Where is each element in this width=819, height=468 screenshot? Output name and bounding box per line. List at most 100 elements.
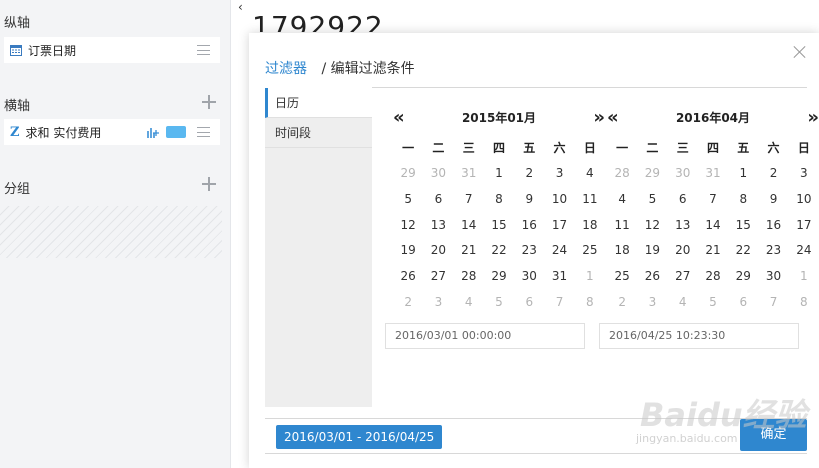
day-cell[interactable]: 7 — [698, 187, 728, 213]
group-drop-zone[interactable] — [0, 206, 222, 258]
day-cell[interactable]: 21 — [698, 238, 728, 264]
day-cell[interactable]: 27 — [668, 264, 698, 290]
color-tag[interactable] — [166, 126, 186, 138]
day-cell[interactable]: 13 — [668, 213, 698, 239]
day-cell[interactable]: 13 — [423, 213, 453, 239]
day-cell[interactable]: 20 — [668, 238, 698, 264]
day-cell[interactable]: 26 — [393, 264, 423, 290]
day-cell[interactable]: 25 — [575, 238, 605, 264]
day-cell[interactable]: 7 — [454, 187, 484, 213]
day-cell[interactable]: 5 — [393, 187, 423, 213]
day-cell[interactable]: 19 — [637, 238, 667, 264]
day-cell[interactable]: 12 — [393, 213, 423, 239]
day-cell[interactable]: 1 — [728, 161, 758, 187]
day-cell[interactable]: 20 — [423, 238, 453, 264]
day-cell[interactable]: 12 — [637, 213, 667, 239]
day-cell[interactable]: 9 — [514, 187, 544, 213]
day-cell[interactable]: 29 — [728, 264, 758, 290]
day-cell[interactable]: 4 — [607, 187, 637, 213]
day-cell[interactable]: 3 — [637, 290, 667, 316]
plus-icon[interactable] — [202, 95, 216, 109]
day-cell[interactable]: 23 — [514, 238, 544, 264]
day-cell[interactable]: 14 — [454, 213, 484, 239]
chart-icon[interactable] — [146, 125, 160, 139]
day-cell[interactable]: 6 — [514, 290, 544, 316]
day-cell[interactable]: 1 — [484, 161, 514, 187]
day-cell[interactable]: 17 — [789, 213, 819, 239]
day-cell[interactable]: 15 — [484, 213, 514, 239]
day-cell[interactable]: 29 — [637, 161, 667, 187]
day-cell[interactable]: 3 — [544, 161, 574, 187]
day-cell[interactable]: 4 — [668, 290, 698, 316]
y-axis-field[interactable]: 订票日期 — [4, 37, 220, 63]
day-cell[interactable]: 30 — [423, 161, 453, 187]
day-cell[interactable]: 14 — [698, 213, 728, 239]
day-cell[interactable]: 7 — [758, 290, 788, 316]
day-cell[interactable]: 2 — [758, 161, 788, 187]
day-cell[interactable]: 11 — [575, 187, 605, 213]
confirm-button[interactable]: 确定 — [740, 419, 807, 451]
day-cell[interactable]: 9 — [758, 187, 788, 213]
day-cell[interactable]: 22 — [484, 238, 514, 264]
day-cell[interactable]: 18 — [575, 213, 605, 239]
day-cell[interactable]: 16 — [758, 213, 788, 239]
day-cell[interactable]: 8 — [484, 187, 514, 213]
day-cell[interactable]: 19 — [393, 238, 423, 264]
next-month-button[interactable]: » — [807, 107, 819, 128]
plus-icon[interactable] — [202, 177, 216, 191]
day-cell[interactable]: 3 — [423, 290, 453, 316]
tab-time-range[interactable]: 时间段 — [265, 118, 372, 148]
day-cell[interactable]: 2 — [514, 161, 544, 187]
day-cell[interactable]: 2 — [393, 290, 423, 316]
day-cell[interactable]: 30 — [514, 264, 544, 290]
day-cell[interactable]: 7 — [544, 290, 574, 316]
day-cell[interactable]: 10 — [789, 187, 819, 213]
day-cell[interactable]: 15 — [728, 213, 758, 239]
day-cell[interactable]: 5 — [484, 290, 514, 316]
x-axis-field[interactable]: Z 求和 实付费用 — [4, 119, 220, 145]
day-cell[interactable]: 23 — [758, 238, 788, 264]
day-cell[interactable]: 18 — [607, 238, 637, 264]
day-cell[interactable]: 21 — [454, 238, 484, 264]
day-cell[interactable]: 31 — [454, 161, 484, 187]
day-cell[interactable]: 28 — [454, 264, 484, 290]
end-datetime-input[interactable]: 2016/04/25 10:23:30 — [599, 323, 799, 349]
close-icon[interactable] — [793, 45, 807, 59]
day-cell[interactable]: 28 — [607, 161, 637, 187]
day-cell[interactable]: 22 — [728, 238, 758, 264]
day-cell[interactable]: 31 — [698, 161, 728, 187]
day-cell[interactable]: 2 — [607, 290, 637, 316]
day-cell[interactable]: 6 — [668, 187, 698, 213]
day-cell[interactable]: 17 — [544, 213, 574, 239]
day-cell[interactable]: 4 — [575, 161, 605, 187]
day-cell[interactable]: 31 — [544, 264, 574, 290]
day-cell[interactable]: 8 — [789, 290, 819, 316]
day-cell[interactable]: 6 — [728, 290, 758, 316]
breadcrumb-filter-link[interactable]: 过滤器 — [265, 61, 307, 77]
day-cell[interactable]: 1 — [575, 264, 605, 290]
day-cell[interactable]: 8 — [575, 290, 605, 316]
day-cell[interactable]: 29 — [393, 161, 423, 187]
menu-icon[interactable] — [197, 127, 210, 137]
day-cell[interactable]: 3 — [789, 161, 819, 187]
day-cell[interactable]: 25 — [607, 264, 637, 290]
day-cell[interactable]: 5 — [637, 187, 667, 213]
day-cell[interactable]: 6 — [423, 187, 453, 213]
day-cell[interactable]: 30 — [668, 161, 698, 187]
menu-icon[interactable] — [197, 45, 210, 55]
selected-range-tag[interactable]: 2016/03/01 - 2016/04/25 — [276, 425, 443, 449]
day-cell[interactable]: 24 — [544, 238, 574, 264]
day-cell[interactable]: 26 — [637, 264, 667, 290]
day-cell[interactable]: 4 — [454, 290, 484, 316]
collapse-icon[interactable]: ‹ — [238, 0, 243, 14]
day-cell[interactable]: 27 — [423, 264, 453, 290]
day-cell[interactable]: 28 — [698, 264, 728, 290]
day-cell[interactable]: 11 — [607, 213, 637, 239]
day-cell[interactable]: 24 — [789, 238, 819, 264]
day-cell[interactable]: 1 — [789, 264, 819, 290]
day-cell[interactable]: 16 — [514, 213, 544, 239]
tab-calendar[interactable]: 日历 — [265, 88, 372, 118]
day-cell[interactable]: 29 — [484, 264, 514, 290]
day-cell[interactable]: 10 — [544, 187, 574, 213]
next-month-button[interactable]: » — [593, 107, 605, 128]
